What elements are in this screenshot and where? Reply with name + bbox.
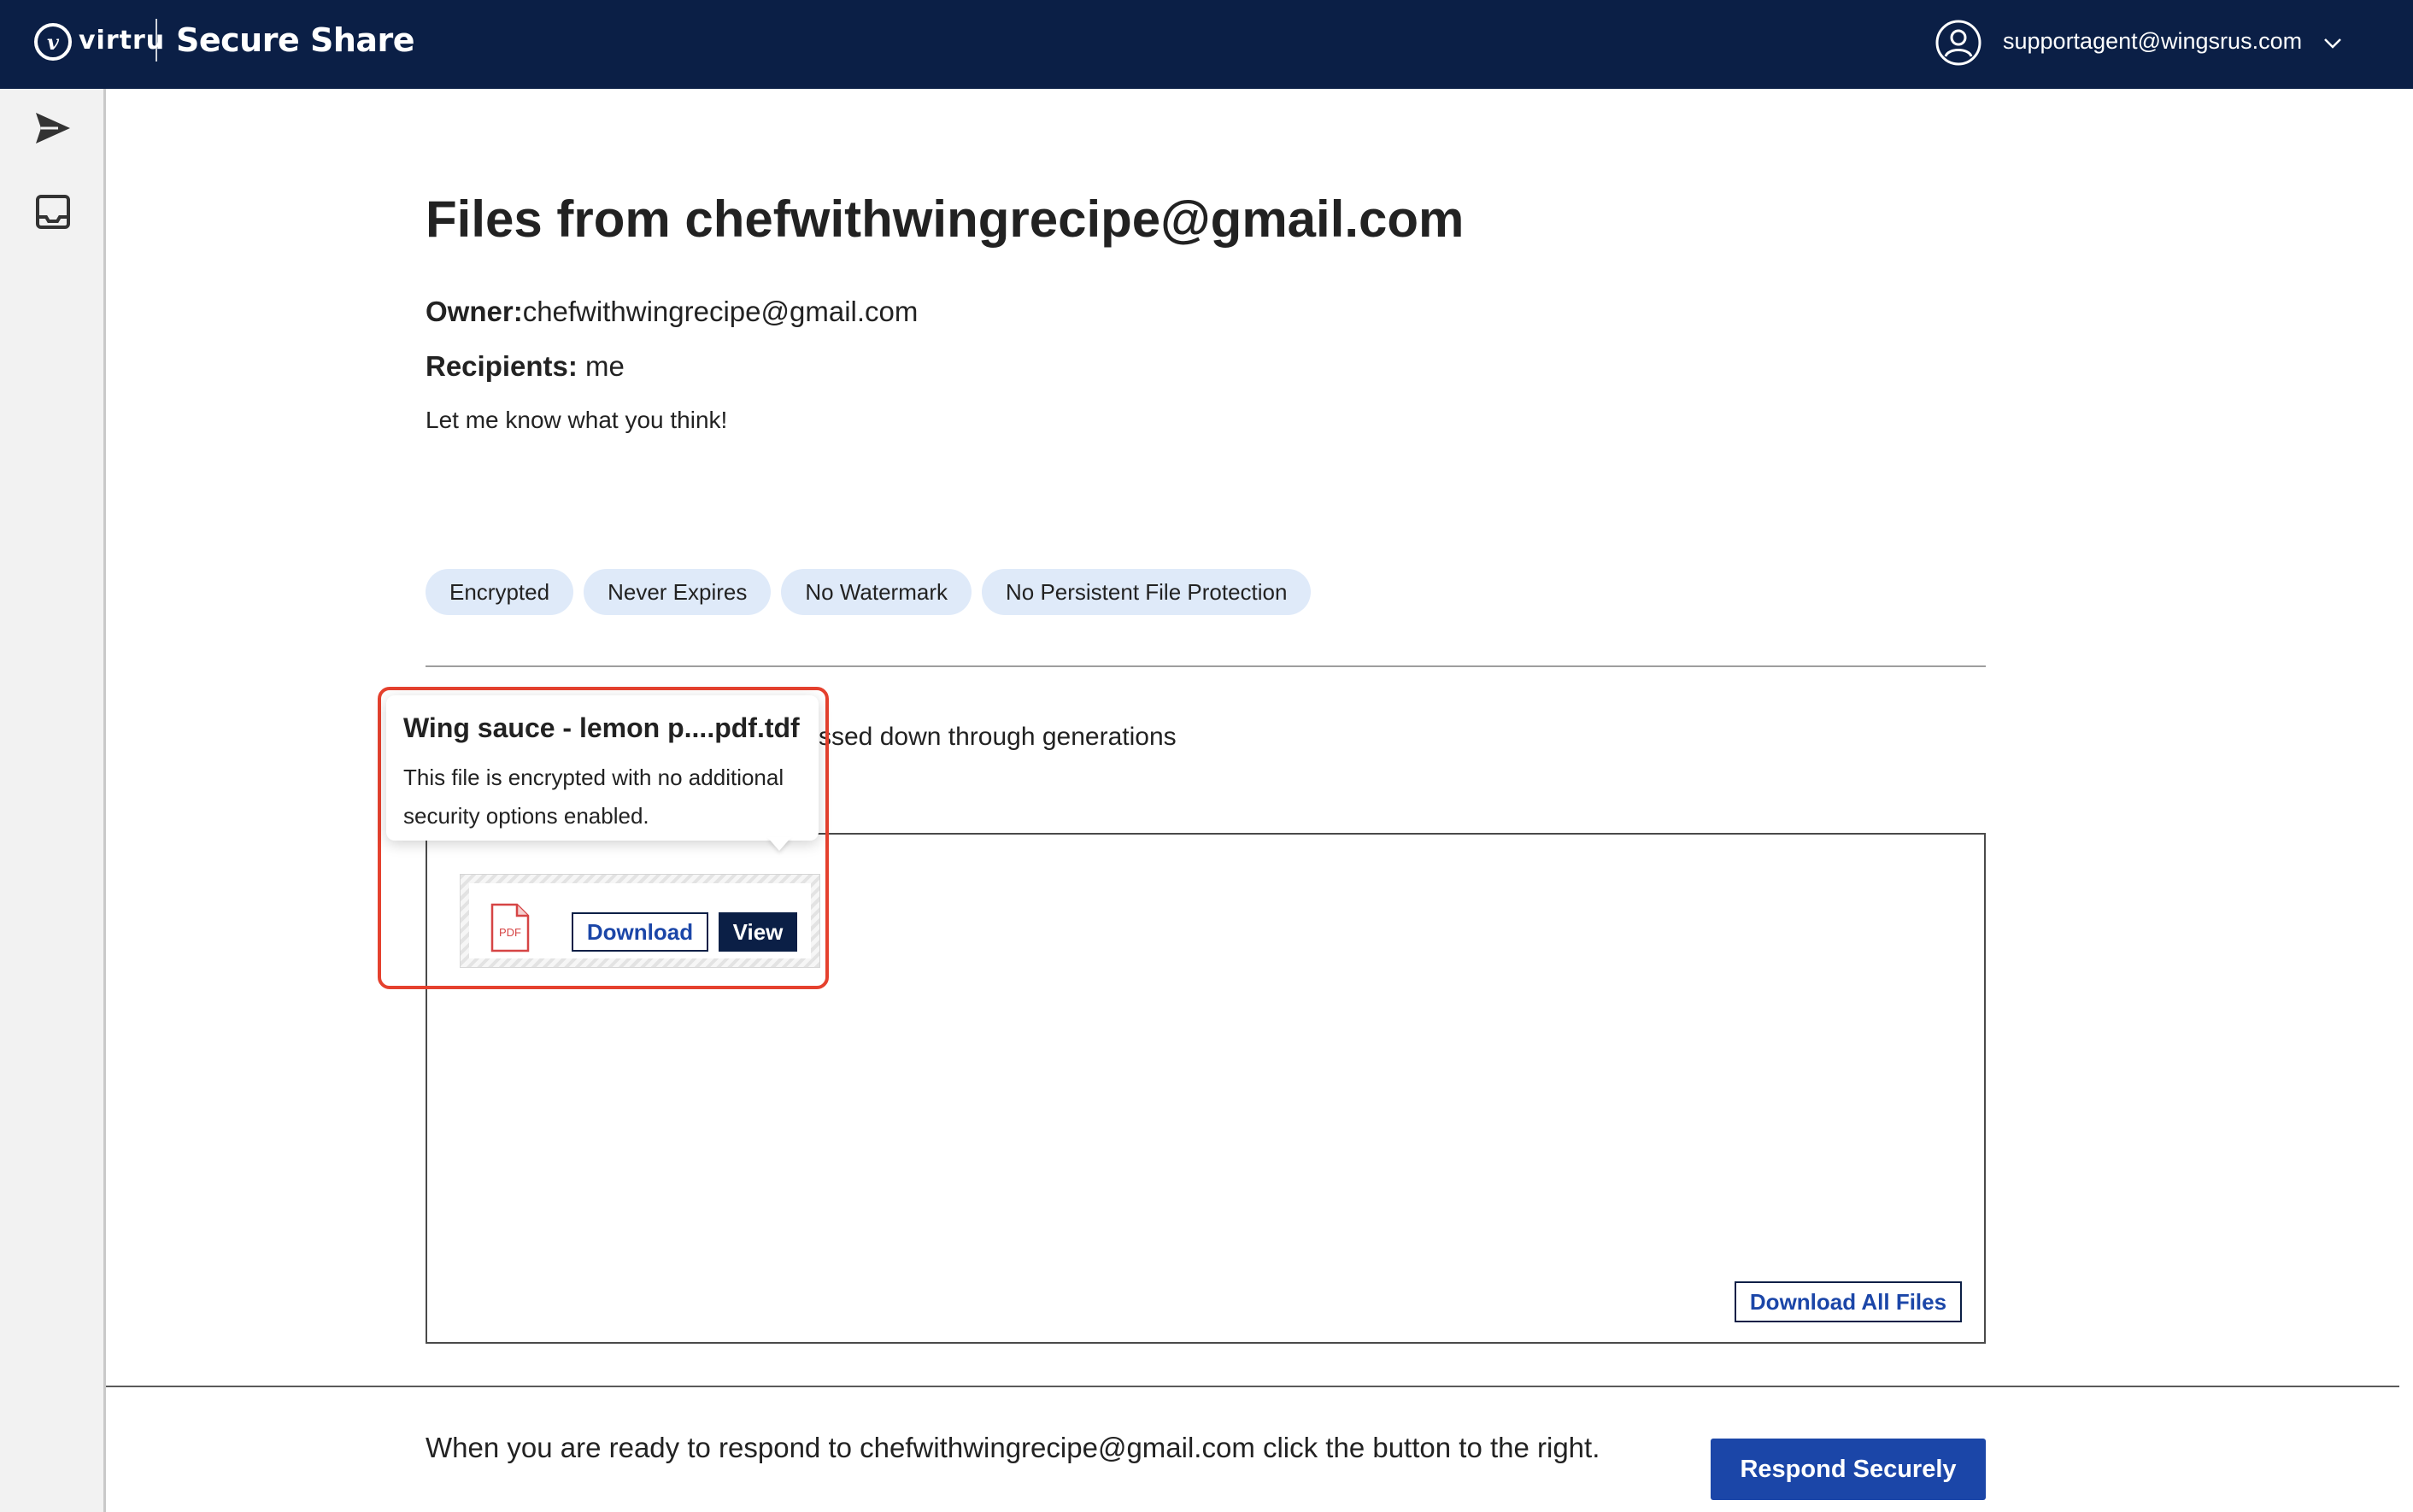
file-tooltip: Wing sauce - lemon p....pdf.tdf This fil… bbox=[386, 695, 819, 841]
download-all-button[interactable]: Download All Files bbox=[1735, 1281, 1962, 1322]
inbox-icon[interactable] bbox=[32, 191, 73, 232]
send-icon[interactable] bbox=[32, 108, 73, 149]
top-bar: v virtru Secure Share supportagent@wings… bbox=[0, 0, 2413, 89]
logo-mark: v bbox=[47, 29, 59, 55]
badge-file-protection: No Persistent File Protection bbox=[981, 569, 1312, 615]
respond-securely-button[interactable]: Respond Securely bbox=[1711, 1439, 1986, 1500]
tooltip-caret bbox=[767, 837, 791, 851]
owner-value: chefwithwingrecipe@gmail.com bbox=[522, 296, 919, 327]
owner-label: Owner: bbox=[426, 296, 523, 327]
virtru-logo-text: virtru bbox=[79, 26, 166, 56]
tooltip-title: Wing sauce - lemon p....pdf.tdf bbox=[403, 712, 800, 743]
badge-encrypted: Encrypted bbox=[426, 569, 574, 615]
recipients-value: me bbox=[577, 350, 625, 382]
recipients-label: Recipients: bbox=[426, 350, 578, 382]
respond-prompt: When you are ready to respond to chefwit… bbox=[426, 1432, 1600, 1463]
security-badges: Encrypted Never Expires No Watermark No … bbox=[426, 569, 1312, 615]
file-description: ssed down through generations bbox=[819, 723, 1177, 751]
badge-expiration: Never Expires bbox=[584, 569, 772, 615]
tooltip-body: This file is encrypted with no additiona… bbox=[403, 765, 784, 829]
user-email[interactable]: supportagent@wingsrus.com bbox=[2003, 28, 2302, 55]
page-title: Files from chefwithwingrecipe@gmail.com bbox=[426, 190, 1465, 248]
divider bbox=[426, 665, 1986, 667]
footer-divider bbox=[106, 1386, 2399, 1387]
user-avatar-icon[interactable] bbox=[1935, 19, 1982, 67]
owner-line: Owner:chefwithwingrecipe@gmail.com bbox=[426, 296, 918, 328]
sidebar bbox=[0, 89, 106, 1512]
virtru-logo-icon: v bbox=[34, 23, 72, 61]
message-text: Let me know what you think! bbox=[426, 407, 728, 433]
badge-watermark: No Watermark bbox=[781, 569, 972, 615]
chevron-down-icon[interactable] bbox=[2321, 31, 2345, 55]
logo-divider bbox=[156, 19, 157, 62]
app-title: Secure Share bbox=[176, 21, 415, 59]
recipients-line: Recipients: me bbox=[426, 350, 625, 383]
